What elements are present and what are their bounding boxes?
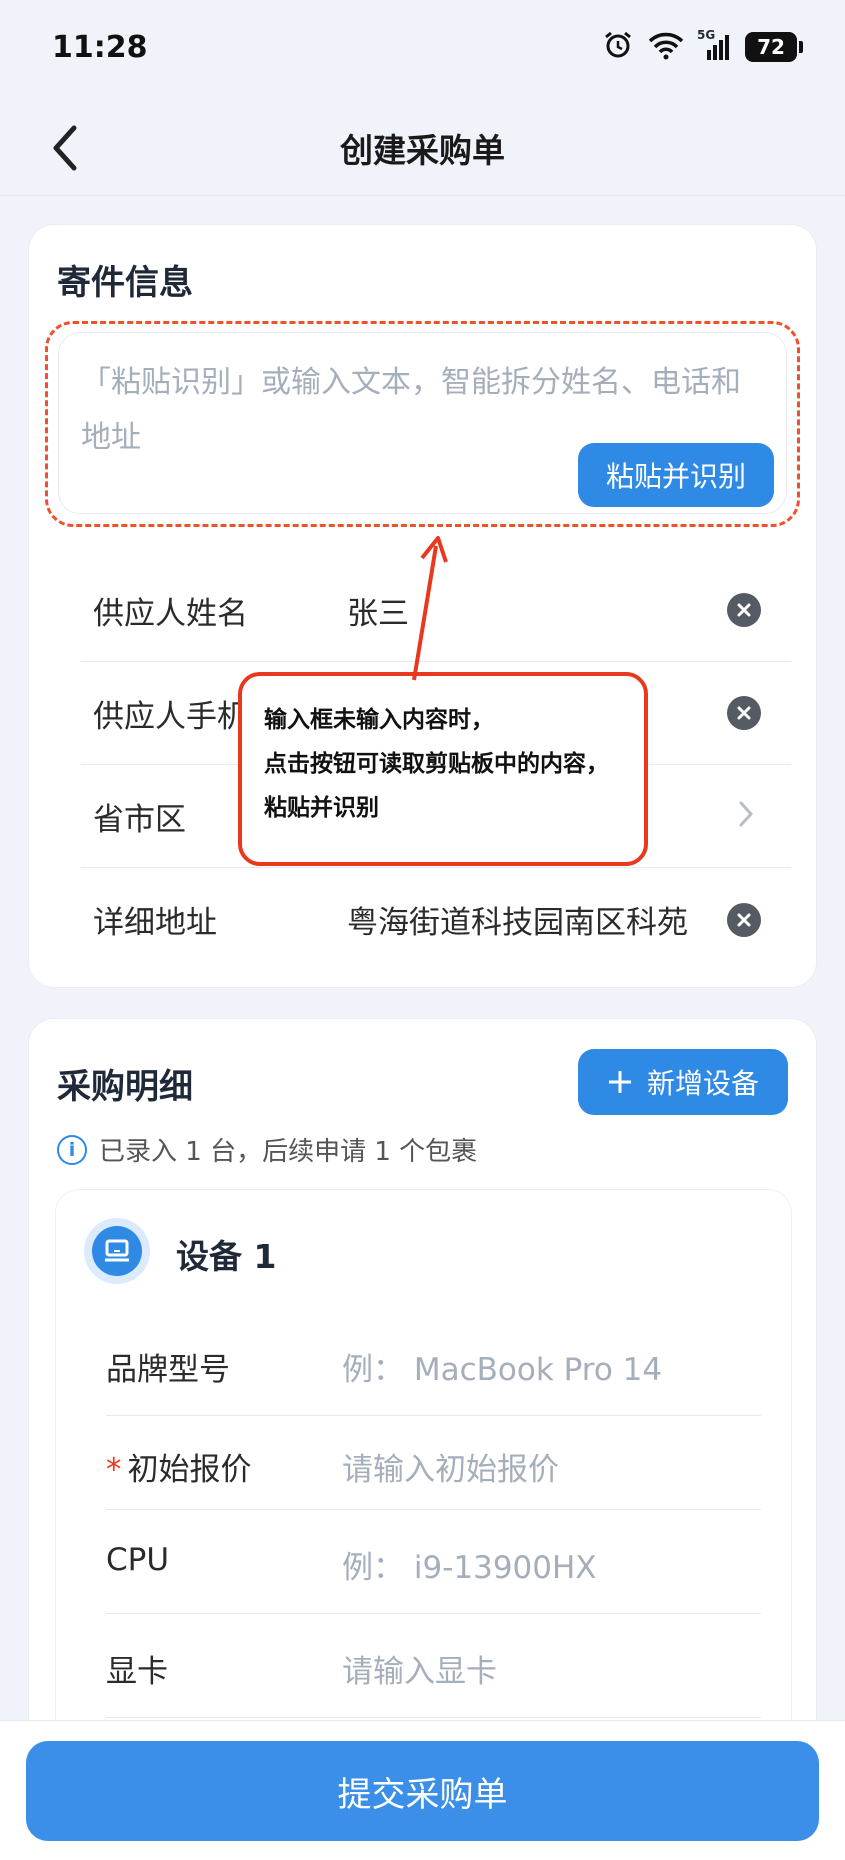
annotation-callout: 输入框未输入内容时， 点击按钮可读取剪贴板中的内容， 粘贴并识别 [238,672,648,866]
row-label: 供应人姓名 [93,595,248,632]
section-title-sender: 寄件信息 [57,263,193,303]
clear-icon[interactable] [727,902,761,937]
status-time: 11:28 [52,30,148,65]
battery-icon: 72 [745,32,803,62]
cpu-input[interactable]: 例： i9-13900HX [342,1542,597,1587]
brand-model-input[interactable]: 例： MacBook Pro 14 [342,1344,662,1389]
device-row-price[interactable]: * 初始报价 请输入初始报价 [106,1416,761,1510]
clear-icon[interactable] [727,696,761,730]
row-label: 品牌型号 [106,1352,230,1388]
row-label: 详细地址 [93,905,217,941]
address-input[interactable]: 粤海街道科技园南区科苑 [347,897,688,942]
form-row-address[interactable]: 详细地址 粤海街道科技园南区科苑 [81,868,791,971]
info-icon: i [57,1134,87,1165]
add-device-button[interactable]: 新增设备 [578,1049,788,1115]
info-line: i 已录入 1 台，后续申请 1 个包裹 [57,1131,477,1168]
device-row-gpu[interactable]: 显卡 请输入显卡 [106,1614,761,1718]
row-label: 显卡 [106,1654,168,1690]
row-label: * 初始报价 [106,1452,252,1488]
device-row-cpu[interactable]: CPU 例： i9-13900HX [106,1510,761,1614]
nav-header: 创建采购单 [0,100,845,196]
page-title: 创建采购单 [340,131,505,170]
callout-line: 粘贴并识别 [264,795,379,821]
status-icons: 5G 72 [603,28,803,64]
device-row-brand[interactable]: 品牌型号 例： MacBook Pro 14 [106,1312,761,1416]
row-label: 供应人手机 [93,698,248,735]
laptop-icon [84,1218,150,1284]
initial-price-input[interactable]: 请输入初始报价 [342,1444,559,1489]
section-title-purchase: 采购明细 [57,1067,193,1107]
signal-icon: 5G [697,28,731,62]
paste-textarea[interactable]: 「粘贴识别」或输入文本，智能拆分姓名、电话和地址 粘贴并识别 [58,332,787,514]
paste-highlight-frame: 「粘贴识别」或输入文本，智能拆分姓名、电话和地址 粘贴并识别 [45,321,800,527]
callout-line: 输入框未输入内容时， [264,707,494,733]
row-label: CPU [106,1542,170,1578]
clear-icon[interactable] [727,593,761,627]
paste-recognize-button[interactable]: 粘贴并识别 [578,443,774,507]
submit-button[interactable]: 提交采购单 [26,1741,819,1841]
chevron-right-icon [739,801,754,831]
annotation-arrow [412,536,448,681]
add-device-label: 新增设备 [646,1068,759,1099]
wifi-icon [647,30,685,64]
row-label: 省市区 [93,801,186,838]
device-title: 设备 1 [176,1237,277,1276]
info-text: 已录入 1 台，后续申请 1 个包裹 [99,1137,478,1167]
required-star: * [106,1452,122,1488]
plus-icon [608,1071,631,1093]
alarm-icon [603,30,633,64]
callout-line: 点击按钮可读取剪贴板中的内容， [264,751,609,777]
gpu-input[interactable]: 请输入显卡 [342,1646,497,1691]
status-bar: 11:28 5G 72 [0,0,845,100]
footer-bar: 提交采购单 [0,1720,845,1860]
